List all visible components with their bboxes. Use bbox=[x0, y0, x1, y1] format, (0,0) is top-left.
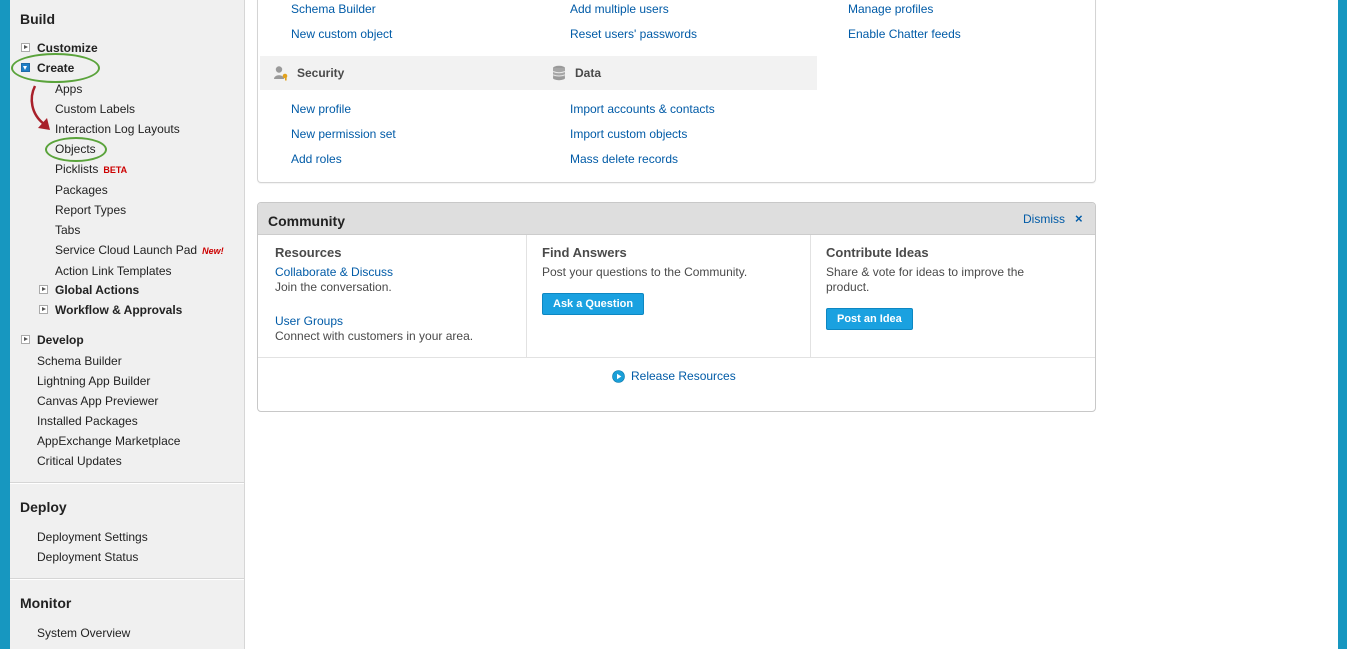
community-panel: Community Dismiss × Resources Collaborat… bbox=[257, 202, 1096, 412]
play-circle-icon bbox=[612, 370, 625, 383]
nav-create-picklists[interactable]: Picklists BETA bbox=[55, 162, 127, 176]
nav-develop-installed-packages[interactable]: Installed Packages bbox=[37, 414, 138, 428]
setup-sidebar: Build Customize Create Apps Custom Label… bbox=[10, 0, 245, 649]
link-reset-passwords[interactable]: Reset users' passwords bbox=[570, 27, 697, 41]
nav-deployment-settings[interactable]: Deployment Settings bbox=[37, 530, 148, 544]
nav-develop-appexchange-marketplace[interactable]: AppExchange Marketplace bbox=[37, 434, 180, 448]
ask-question-button[interactable]: Ask a Question bbox=[542, 293, 645, 315]
monitor-heading: Monitor bbox=[20, 595, 72, 611]
key-user-icon bbox=[274, 66, 288, 81]
section-divider bbox=[10, 578, 244, 580]
community-divider bbox=[258, 357, 1095, 358]
find-answers-description: Post your questions to the Community. bbox=[542, 265, 748, 279]
link-import-accounts-contacts[interactable]: Import accounts & contacts bbox=[570, 102, 715, 116]
link-add-roles[interactable]: Add roles bbox=[291, 152, 342, 166]
build-heading: Build bbox=[20, 11, 55, 27]
global-actions-expand-icon[interactable] bbox=[39, 285, 48, 294]
link-new-permission-set[interactable]: New permission set bbox=[291, 127, 396, 141]
section-divider bbox=[10, 482, 244, 484]
dismiss-link[interactable]: Dismiss bbox=[1023, 212, 1065, 226]
create-highlight-ring bbox=[11, 53, 100, 83]
link-mass-delete-records[interactable]: Mass delete records bbox=[570, 152, 678, 166]
customize-expand-icon[interactable] bbox=[21, 43, 30, 52]
nav-develop-lightning-app-builder[interactable]: Lightning App Builder bbox=[37, 374, 150, 388]
community-title: Community bbox=[268, 213, 345, 229]
link-enable-chatter-feeds[interactable]: Enable Chatter feeds bbox=[848, 27, 961, 41]
link-add-multiple-users[interactable]: Add multiple users bbox=[570, 2, 669, 16]
develop-collapse-icon[interactable] bbox=[21, 335, 30, 344]
nav-develop[interactable]: Develop bbox=[37, 333, 84, 347]
user-groups-description: Connect with customers in your area. bbox=[275, 329, 474, 343]
nav-create-report-types[interactable]: Report Types bbox=[55, 203, 126, 217]
nav-develop-schema-builder[interactable]: Schema Builder bbox=[37, 354, 122, 368]
close-icon[interactable]: × bbox=[1075, 211, 1083, 226]
nav-create-service-cloud-launch-pad[interactable]: Service Cloud Launch Pad New! bbox=[55, 243, 224, 257]
post-idea-button[interactable]: Post an Idea bbox=[826, 308, 913, 330]
link-manage-profiles[interactable]: Manage profiles bbox=[848, 2, 933, 16]
contribute-description: Share & vote for ideas to improve the pr… bbox=[826, 265, 1025, 294]
nav-global-actions[interactable]: Global Actions bbox=[55, 283, 139, 297]
section-band: Security Data bbox=[260, 56, 817, 90]
find-answers-heading: Find Answers bbox=[542, 245, 627, 260]
workflow-expand-icon[interactable] bbox=[39, 305, 48, 314]
beta-badge: BETA bbox=[103, 165, 128, 175]
nav-create-custom-labels[interactable]: Custom Labels bbox=[55, 102, 135, 116]
objects-highlight-ring bbox=[45, 137, 107, 162]
nav-deployment-status[interactable]: Deployment Status bbox=[37, 550, 138, 564]
nav-create-interaction-log-layouts[interactable]: Interaction Log Layouts bbox=[55, 122, 180, 136]
quick-links-panel: Schema Builder Add multiple users Manage… bbox=[257, 0, 1096, 183]
nav-workflow-approvals[interactable]: Workflow & Approvals bbox=[55, 303, 182, 317]
collaborate-description: Join the conversation. bbox=[275, 280, 392, 294]
nav-create-packages[interactable]: Packages bbox=[55, 183, 108, 197]
deploy-heading: Deploy bbox=[20, 499, 67, 515]
link-new-profile[interactable]: New profile bbox=[291, 102, 351, 116]
nav-develop-critical-updates[interactable]: Critical Updates bbox=[37, 454, 122, 468]
release-resources-label: Release Resources bbox=[631, 369, 736, 383]
security-heading: Security bbox=[297, 66, 345, 80]
picklists-label: Picklists bbox=[55, 162, 99, 176]
contribute-ideas-heading: Contribute Ideas bbox=[826, 245, 929, 260]
column-separator bbox=[526, 235, 527, 357]
new-badge: New! bbox=[202, 246, 224, 256]
nav-create-action-link-templates[interactable]: Action Link Templates bbox=[55, 264, 172, 278]
nav-develop-canvas-app-previewer[interactable]: Canvas App Previewer bbox=[37, 394, 158, 408]
column-separator bbox=[810, 235, 811, 357]
nav-system-overview[interactable]: System Overview bbox=[37, 626, 130, 640]
link-schema-builder[interactable]: Schema Builder bbox=[291, 2, 376, 16]
data-heading: Data bbox=[575, 66, 602, 80]
nav-create-tabs[interactable]: Tabs bbox=[55, 223, 80, 237]
community-header: Community Dismiss × bbox=[258, 203, 1095, 235]
annotation-arrow-icon bbox=[30, 85, 50, 130]
collaborate-discuss-link[interactable]: Collaborate & Discuss bbox=[275, 265, 393, 279]
launch-pad-label: Service Cloud Launch Pad bbox=[55, 243, 198, 257]
user-groups-link[interactable]: User Groups bbox=[275, 314, 343, 328]
nav-create-apps[interactable]: Apps bbox=[55, 82, 82, 96]
resources-heading: Resources bbox=[275, 245, 342, 260]
link-new-custom-object[interactable]: New custom object bbox=[291, 27, 392, 41]
database-icon bbox=[552, 65, 566, 81]
link-import-custom-objects[interactable]: Import custom objects bbox=[570, 127, 687, 141]
main-content: Schema Builder Add multiple users Manage… bbox=[245, 0, 1338, 649]
